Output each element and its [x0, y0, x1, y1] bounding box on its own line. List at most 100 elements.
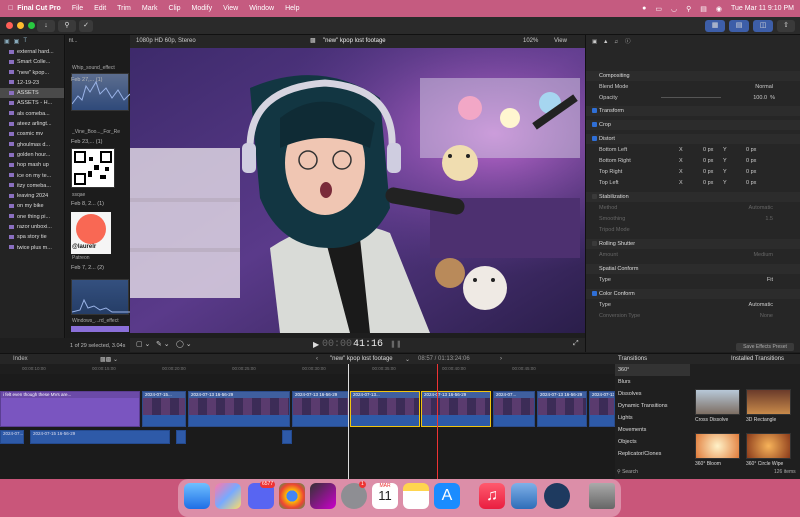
browser-group-header[interactable]: Feb 23,... (1): [68, 138, 130, 146]
notes-icon[interactable]: [403, 483, 429, 509]
color-inspector-icon[interactable]: ▲: [603, 37, 608, 47]
section-checkbox[interactable]: [592, 136, 597, 141]
play-button[interactable]: ▶: [313, 340, 319, 349]
clip-thumbnail-waveform[interactable]: [71, 279, 130, 315]
zoom-menu[interactable]: 102%: [523, 38, 538, 44]
x-value[interactable]: 0 px: [703, 145, 713, 155]
keyword-button[interactable]: ⚲: [58, 20, 76, 32]
sidebar-item[interactable]: ice on my te...: [0, 171, 64, 181]
sidebar-item[interactable]: spa story tie: [0, 232, 64, 242]
control-center-icon[interactable]: ▤: [700, 5, 707, 13]
video-viewer[interactable]: [130, 48, 585, 333]
search-icon[interactable]: ⚲: [686, 5, 691, 13]
section-checkbox[interactable]: [592, 194, 597, 199]
finder-icon[interactable]: [184, 483, 210, 509]
opacity-slider[interactable]: [661, 97, 721, 98]
section-checkbox[interactable]: [592, 291, 597, 296]
inspector-value[interactable]: Fit: [767, 275, 773, 285]
x-value[interactable]: 0 px: [703, 156, 713, 166]
transitions-search[interactable]: ⚲ Search: [617, 469, 638, 475]
menubar-clock[interactable]: Tue Mar 11 9:10 PM: [731, 5, 794, 12]
apple-menu-icon[interactable]: : [8, 5, 13, 12]
y-value[interactable]: 0 px: [746, 145, 756, 155]
transition-label[interactable]: 3D Rectangle: [746, 417, 776, 423]
sidebar-item[interactable]: 12-19-23: [0, 78, 64, 88]
import-button[interactable]: ↓: [37, 20, 55, 32]
audio-clip[interactable]: [176, 430, 186, 444]
transition-category[interactable]: Blurs: [615, 376, 690, 388]
audio-clip[interactable]: [282, 430, 292, 444]
save-effects-preset-button[interactable]: Save Effects Preset: [736, 343, 794, 351]
transition-category[interactable]: Objects: [615, 436, 690, 448]
show-inspector-button[interactable]: ◫: [753, 20, 773, 32]
history-forward-button[interactable]: ›: [500, 356, 502, 362]
close-window-button[interactable]: [6, 22, 13, 29]
info-inspector-icon[interactable]: ⓘ: [625, 37, 631, 47]
timeline-tracks[interactable]: i felt even though these MVs are... 2024…: [0, 364, 615, 479]
wifi-icon[interactable]: ◡: [671, 5, 677, 13]
y-value[interactable]: 0 px: [746, 178, 756, 188]
view-menu[interactable]: View: [554, 38, 567, 44]
clip-appearance-menu[interactable]: ▩▩ ⌄: [100, 356, 118, 363]
show-timeline-button[interactable]: ▤: [729, 20, 749, 32]
sidebar-item[interactable]: one thing pi...: [0, 212, 64, 222]
clip-label[interactable]: Patreon: [72, 255, 130, 261]
share-button[interactable]: ⇧: [777, 20, 795, 32]
timeline-clip-selected[interactable]: 2024-07-13...: [350, 391, 420, 427]
patreon-thumbnail[interactable]: @laurelr: [71, 212, 111, 254]
siri-icon[interactable]: ◉: [716, 5, 722, 13]
sidebar-item[interactable]: itzy comeba...: [0, 181, 64, 191]
transition-thumbnail[interactable]: [695, 389, 740, 415]
final-cut-pro-icon[interactable]: [310, 483, 336, 509]
status-record-icon[interactable]: ●: [642, 5, 646, 12]
inspector-value[interactable]: Normal: [755, 82, 773, 92]
inspector-value[interactable]: Automatic: [749, 300, 773, 310]
calendar-icon[interactable]: MAR 11: [372, 483, 398, 509]
sidebar-item[interactable]: Smart Colle...: [0, 57, 64, 67]
timeline-ruler[interactable]: 00:00:10:00 00:00:15:00 00:00:20:00 00:00:2…: [0, 364, 615, 374]
trash-icon[interactable]: [589, 483, 615, 509]
sidebar-item[interactable]: ghoulmas d...: [0, 140, 64, 150]
clip-label[interactable]: ssqae: [72, 192, 130, 198]
clip-label[interactable]: Windows_...rd_effect: [72, 318, 130, 324]
timeline-clip[interactable]: 2024-07-13...: [589, 391, 615, 427]
sidebar-item[interactable]: external hard...: [0, 47, 64, 57]
timeline-clip[interactable]: 2024-07-13 16-56-29: [537, 391, 587, 427]
x-value[interactable]: 0 px: [703, 167, 713, 177]
zoom-window-button[interactable]: [28, 22, 35, 29]
browser-group-header[interactable]: Feb 27,... (1): [68, 76, 130, 84]
sidebar-item[interactable]: ASSETS - H...: [0, 98, 64, 108]
history-back-button[interactable]: ‹: [316, 356, 318, 362]
inspector-value[interactable]: None: [760, 311, 773, 321]
clip-label[interactable]: _Vine_Boo..._For_Re: [72, 129, 130, 135]
transition-category[interactable]: Replicator/Clones: [615, 448, 690, 460]
sidebar-item[interactable]: ateez arlingt...: [0, 119, 64, 129]
browser-group-header[interactable]: Feb 8, 2... (1): [68, 200, 130, 208]
app-store-icon[interactable]: A: [434, 483, 460, 509]
menu-mark[interactable]: Mark: [142, 5, 158, 12]
y-value[interactable]: 0 px: [746, 167, 756, 177]
preview-icon[interactable]: [511, 483, 537, 509]
timeline-clip[interactable]: 2024-07-15...: [142, 391, 186, 427]
sidebar-item[interactable]: cosmic mv: [0, 129, 64, 139]
section-checkbox[interactable]: [592, 241, 597, 246]
show-browser-button[interactable]: ▦: [705, 20, 725, 32]
index-button[interactable]: Index: [13, 356, 28, 362]
transition-category[interactable]: Lights: [615, 412, 690, 424]
clip-thumbnail-partial[interactable]: [71, 326, 129, 332]
launchpad-icon[interactable]: [215, 483, 241, 509]
browser-group-header[interactable]: Feb 7, 2... (2): [68, 264, 130, 272]
section-checkbox[interactable]: [592, 122, 597, 127]
transition-category[interactable]: Dynamic Transitions: [615, 400, 690, 412]
audio-clip[interactable]: 2024-07...: [0, 430, 24, 444]
qr-code-thumbnail[interactable]: [71, 148, 115, 188]
y-value[interactable]: 0 px: [746, 156, 756, 166]
transition-label[interactable]: 360° Bloom: [695, 461, 721, 467]
fullscreen-button[interactable]: ⤢: [573, 340, 579, 348]
inspector-value[interactable]: Automatic: [749, 203, 773, 213]
sidebar-item[interactable]: "new" kpop...: [0, 68, 64, 78]
inspector-value[interactable]: 100.0: [753, 93, 767, 103]
app-menu[interactable]: Final Cut Pro: [17, 5, 61, 12]
inspector-value[interactable]: 1.5: [765, 214, 773, 224]
inspector-value[interactable]: Medium: [753, 250, 773, 260]
